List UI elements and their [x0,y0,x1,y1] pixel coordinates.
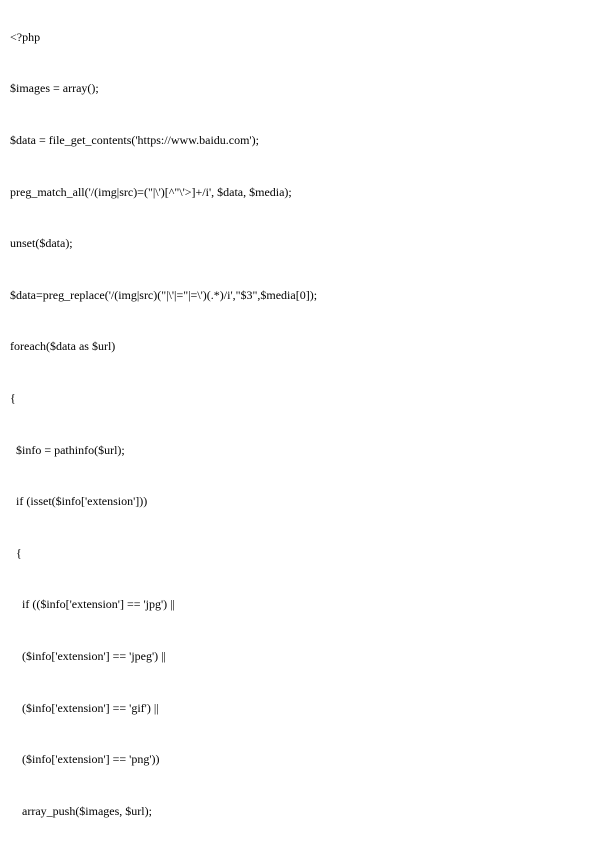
php-code-block: <?php $images = array(); $data = file_ge… [10,12,602,854]
code-line: $data = file_get_contents('https://www.b… [10,132,602,149]
code-line: { [10,390,602,407]
code-line: foreach($data as $url) [10,338,602,355]
code-line: ($info['extension'] == 'png')) [10,751,602,768]
code-line: <?php [10,29,602,46]
code-line: $images = array(); [10,80,602,97]
code-line: ($info['extension'] == 'jpeg') || [10,648,602,665]
code-line: $data=preg_replace('/(img|src)("|\'|="|=… [10,287,602,304]
code-line: unset($data); [10,235,602,252]
code-line: if (($info['extension'] == 'jpg') || [10,596,602,613]
code-line: $info = pathinfo($url); [10,442,602,459]
code-line: preg_match_all('/(img|src)=("|\')[^"\'>]… [10,184,602,201]
code-line: array_push($images, $url); [10,803,602,820]
code-line: { [10,545,602,562]
code-line: if (isset($info['extension'])) [10,493,602,510]
code-line: ($info['extension'] == 'gif') || [10,700,602,717]
